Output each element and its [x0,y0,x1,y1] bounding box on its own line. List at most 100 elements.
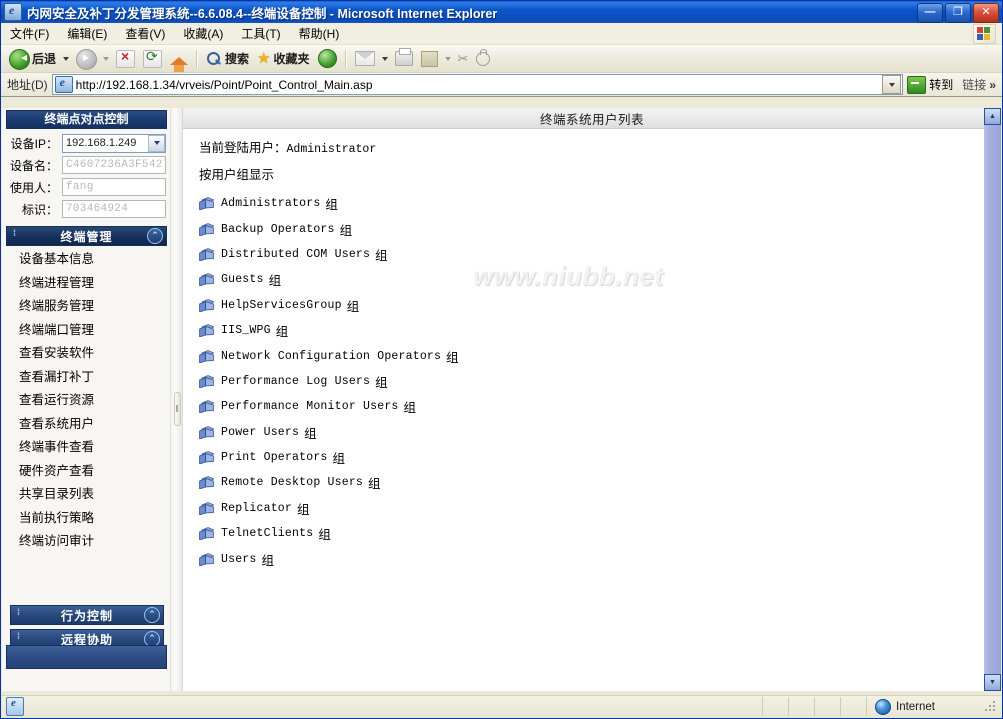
address-url-text: http://192.168.1.34/vrveis/Point/Point_C… [75,77,373,92]
sidebar-splitter[interactable] [171,108,183,691]
device-user-field[interactable]: fang [62,178,166,196]
device-ip-label: 设备IP： [10,136,58,151]
history-button[interactable] [314,48,341,70]
sidebar-item-port-management[interactable]: 终端端口管理 [2,319,170,343]
address-input[interactable]: http://192.168.1.34/vrveis/Point/Point_C… [51,74,904,95]
user-group-row[interactable]: Performance Log Users 组 [199,369,1001,394]
user-group-name: Power Users [221,425,300,439]
forward-button[interactable] [72,48,100,70]
chevron-up-circle-icon[interactable]: ⌃ [144,607,160,623]
forward-icon [76,48,98,70]
device-id-label: 标识： [21,202,58,217]
go-button[interactable]: 转到 [905,75,959,94]
menu-file[interactable]: 文件(F) [1,23,58,44]
chevron-down-icon[interactable] [148,134,165,152]
user-group-row[interactable]: Print Operators 组 [199,445,1001,470]
page-scrollbar[interactable]: ▲ ▼ [984,108,1001,691]
chevron-down-icon [888,82,895,87]
scroll-up-button[interactable]: ▲ [984,108,1001,125]
content-area: 终端系统用户列表 当前登陆用户：Administrator 按用户组显示 Adm… [183,108,1001,691]
device-user-row: 使用人： fang [6,177,166,197]
resize-grip-icon[interactable] [984,700,998,714]
sidebar-item-process-management[interactable]: 终端进程管理 [2,272,170,296]
user-group-row[interactable]: HelpServicesGroup 组 [199,293,1001,318]
user-group-row[interactable]: Backup Operators 组 [199,216,1001,241]
mail-button[interactable] [351,48,379,70]
device-id-row: 标识： 703464924 [6,199,166,219]
menu-help[interactable]: 帮助(H) [290,23,349,44]
back-dropdown-caret-icon[interactable] [63,56,70,61]
user-group-row[interactable]: Users 组 [199,546,1001,571]
menu-edit[interactable]: 编辑(E) [58,23,116,44]
address-dropdown-button[interactable] [882,75,902,94]
sidebar-item-missing-patches[interactable]: 查看漏打补丁 [2,366,170,390]
menu-view[interactable]: 查看(V) [116,23,174,44]
user-group-row[interactable]: Power Users 组 [199,420,1001,445]
menu-bar: 文件(F) 编辑(E) 查看(V) 收藏(A) 工具(T) 帮助(H) [1,23,1002,45]
sidebar: 终端点对点控制 设备IP： 192.168.1.249 设备名： C460723… [2,108,171,691]
edit-button[interactable] [417,48,442,70]
discuss-button[interactable]: ✂ [454,48,473,70]
forward-dropdown-caret-icon[interactable] [103,56,110,61]
menu-tools[interactable]: 工具(T) [232,23,289,44]
home-icon [170,56,189,72]
user-group-suffix: 组 [304,426,317,441]
user-group-row[interactable]: Administrators 组 [199,191,1001,216]
security-zone[interactable]: Internet [866,697,984,716]
edit-dropdown-caret-icon[interactable] [444,56,451,61]
maximize-button[interactable]: ❐ [945,3,971,23]
user-group-row[interactable]: Performance Monitor Users 组 [199,394,1001,419]
user-group-name: HelpServicesGroup [221,298,342,312]
sidebar-item-service-management[interactable]: 终端服务管理 [2,295,170,319]
splitter-grip-icon[interactable] [174,392,181,426]
sidebar-item-device-basic-info[interactable]: 设备基本信息 [2,248,170,272]
scrollbar-track[interactable] [984,125,1001,674]
close-button[interactable]: ✕ [973,3,999,23]
home-button[interactable] [166,48,192,72]
menu-favorites[interactable]: 收藏(A) [174,23,232,44]
blue-book-group-icon [199,248,216,262]
sidebar-item-shared-directories[interactable]: 共享目录列表 [2,483,170,507]
user-group-row[interactable]: Replicator 组 [199,496,1001,521]
sidebar-item-running-resources[interactable]: 查看运行资源 [2,389,170,413]
links-button[interactable]: 链接 [959,76,989,93]
user-group-row[interactable]: Guests 组 [199,267,1001,292]
user-group-list: Administrators 组 Backup Operators 组 Distribu… [199,191,1001,572]
sidebar-item-system-users[interactable]: 查看系统用户 [2,413,170,437]
search-button[interactable]: 搜索 [202,48,253,70]
mail-dropdown-caret-icon[interactable] [381,56,388,61]
back-button[interactable]: 后退 [5,48,60,70]
user-group-row[interactable]: Remote Desktop Users 组 [199,470,1001,495]
stop-button[interactable] [112,48,139,70]
sidebar-item-installed-software[interactable]: 查看安装软件 [2,342,170,366]
favorites-button[interactable]: ★ 收藏夹 [253,48,313,70]
sidebar-item-access-audit[interactable]: 终端访问审计 [2,530,170,554]
group-behavior-control-header[interactable]: ⁞ 行为控制 ⌃ [10,605,164,625]
user-group-row[interactable]: IIS_WPG 组 [199,318,1001,343]
sidebar-item-terminal-events[interactable]: 终端事件查看 [2,436,170,460]
toolbar-overflow-icon[interactable]: » [989,78,1000,92]
discuss-icon: ✂ [457,50,469,66]
device-name-row: 设备名： C4607236A3F5427 [6,155,166,175]
user-group-suffix: 组 [318,528,331,543]
device-ip-select[interactable]: 192.168.1.249 [62,133,166,153]
device-user-label: 使用人： [9,180,58,195]
user-group-row[interactable]: Distributed COM Users 组 [199,242,1001,267]
scroll-down-button[interactable]: ▼ [984,674,1001,691]
status-cell-2 [788,697,814,716]
device-name-field[interactable]: C4607236A3F5427 [62,156,166,174]
refresh-button[interactable] [139,48,166,70]
user-group-suffix: 组 [375,375,388,390]
chevron-up-circle-icon[interactable]: ⌃ [147,228,163,244]
sidebar-item-current-policy[interactable]: 当前执行策略 [2,507,170,531]
messenger-button[interactable] [472,48,494,70]
user-group-row[interactable]: TelnetClients 组 [199,521,1001,546]
minimize-button[interactable]: — [917,3,943,23]
user-group-name: Users [221,552,257,566]
user-group-row[interactable]: Network Configuration Operators 组 [199,343,1001,368]
print-button[interactable] [391,48,417,70]
sidebar-item-hardware-assets[interactable]: 硬件资产查看 [2,460,170,484]
device-id-field[interactable]: 703464924 [62,200,166,218]
group-terminal-management-header[interactable]: ⁞ 终端管理 ⌃ [6,226,167,246]
messenger-icon [476,48,491,66]
